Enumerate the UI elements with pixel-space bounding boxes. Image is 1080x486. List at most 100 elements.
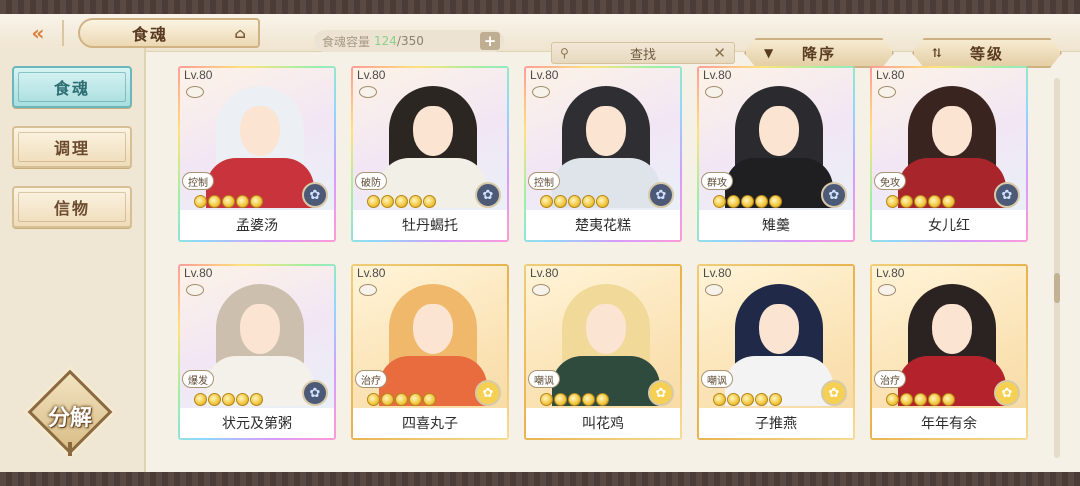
card-name: 楚夷花糕 [526, 210, 680, 240]
star-icon [568, 195, 581, 208]
decompose-label: 分解 [47, 405, 92, 431]
add-capacity-button[interactable]: + [480, 32, 500, 50]
bottom-frame-border [0, 472, 1080, 486]
food-soul-card[interactable]: Lv.80 控制 ✿ 楚夷花糕 [524, 66, 682, 242]
star-icon [222, 195, 235, 208]
star-icon [900, 393, 913, 406]
level-text: Lv.80 [357, 266, 386, 280]
star-icon [250, 195, 263, 208]
star-icon [755, 393, 768, 406]
role-badge: 嘲讽 [528, 370, 560, 388]
food-soul-card[interactable]: Lv.80 嘲讽 ✿ 叫花鸡 [524, 264, 682, 440]
clear-icon[interactable]: ✕ [713, 44, 726, 62]
favorite-bowl-icon [359, 284, 377, 296]
role-badge: 控制 [528, 172, 560, 190]
card-body: Lv.80 群攻 ✿ 雉羹 [699, 68, 853, 240]
card-body: Lv.80 破防 ✿ 牡丹蝎托 [353, 68, 507, 240]
sidebar-item-tokens[interactable]: 信物 [12, 186, 132, 228]
food-soul-card[interactable]: Lv.80 嘲讽 ✿ 子推燕 [697, 264, 855, 440]
role-badge: 治疗 [874, 370, 906, 388]
page-title-tab: 食魂 ⌂ [78, 18, 260, 48]
scrollbar[interactable] [1054, 78, 1060, 458]
star-rating [367, 393, 436, 406]
pavilion-icon: ⌂ [234, 26, 248, 42]
back-button[interactable]: « [14, 20, 64, 46]
food-soul-card[interactable]: Lv.80 爆发 ✿ 状元及第粥 [178, 264, 336, 440]
sidebar-item-label: 调理 [53, 139, 90, 158]
capacity-used: 124 [374, 34, 397, 48]
element-flower-icon: ✿ [821, 182, 847, 208]
food-soul-card[interactable]: Lv.80 治疗 ✿ 年年有余 [870, 264, 1028, 440]
star-icon [713, 393, 726, 406]
star-icon [582, 393, 595, 406]
decompose-button[interactable]: 分解 [22, 369, 118, 456]
star-icon [713, 195, 726, 208]
sort-descending-button[interactable]: ▼ 降序 [744, 38, 894, 68]
character-name: 雉羹 [762, 218, 790, 234]
double-chevron-left-icon: « [31, 21, 45, 45]
food-soul-card[interactable]: Lv.80 免攻 ✿ 女儿红 [870, 66, 1028, 242]
star-icon [741, 393, 754, 406]
food-soul-card[interactable]: Lv.80 群攻 ✿ 雉羹 [697, 66, 855, 242]
character-name: 女儿红 [928, 218, 970, 234]
search-field[interactable]: ⚲ 查找 ✕ [551, 42, 735, 64]
sort-level-label: 等级 [969, 44, 1004, 63]
star-icon [769, 393, 782, 406]
food-soul-card[interactable]: Lv.80 破防 ✿ 牡丹蝎托 [351, 66, 509, 242]
star-icon [554, 393, 567, 406]
card-name: 状元及第粥 [180, 408, 334, 438]
star-icon [194, 195, 207, 208]
star-rating [713, 393, 782, 406]
sort-by-level-button[interactable]: ⇅ 等级 [912, 38, 1062, 68]
soul-capacity: 食魂容量 124 /350 + [314, 30, 504, 52]
sidebar-item-conditioning[interactable]: 调理 [12, 126, 132, 168]
star-icon [900, 195, 913, 208]
food-soul-card[interactable]: Lv.80 治疗 ✿ 四喜丸子 [351, 264, 509, 440]
star-icon [395, 393, 408, 406]
star-icon [423, 195, 436, 208]
favorite-bowl-icon [705, 86, 723, 98]
star-icon [194, 393, 207, 406]
role-badge: 嘲讽 [701, 370, 733, 388]
card-body: Lv.80 治疗 ✿ 年年有余 [872, 266, 1026, 438]
food-soul-grid: Lv.80 控制 ✿ 孟婆汤 Lv.80 破防 ✿ 牡丹蝎托 Lv.80 控制 … [178, 66, 1038, 466]
sidebar-item-label: 信物 [53, 199, 90, 218]
favorite-bowl-icon [532, 86, 550, 98]
character-name: 子推燕 [755, 416, 797, 432]
card-name: 雉羹 [699, 210, 853, 240]
card-name: 孟婆汤 [180, 210, 334, 240]
card-body: Lv.80 嘲讽 ✿ 子推燕 [699, 266, 853, 438]
star-icon [540, 195, 553, 208]
level-text: Lv.80 [184, 266, 213, 280]
triangle-down-icon: ▼ [764, 46, 776, 60]
card-name: 年年有余 [872, 408, 1026, 438]
search-placeholder: 查找 [629, 47, 656, 63]
scrollbar-thumb[interactable] [1054, 273, 1060, 303]
star-rating [886, 393, 955, 406]
favorite-bowl-icon [359, 86, 377, 98]
favorite-bowl-icon [186, 86, 204, 98]
character-name: 楚夷花糕 [575, 218, 631, 234]
role-badge: 群攻 [701, 172, 733, 190]
element-flower-icon: ✿ [302, 182, 328, 208]
level-text: Lv.80 [703, 266, 732, 280]
star-icon [409, 393, 422, 406]
card-name: 叫花鸡 [526, 408, 680, 438]
level-text: Lv.80 [530, 68, 559, 82]
star-icon [582, 195, 595, 208]
star-icon [568, 393, 581, 406]
tassel-decoration [68, 442, 72, 456]
top-frame-border [0, 0, 1080, 14]
star-icon [928, 393, 941, 406]
character-name: 年年有余 [921, 416, 977, 432]
character-name: 状元及第粥 [222, 416, 292, 432]
favorite-bowl-icon [532, 284, 550, 296]
star-icon [942, 393, 955, 406]
food-soul-card[interactable]: Lv.80 控制 ✿ 孟婆汤 [178, 66, 336, 242]
sidebar-item-food-soul[interactable]: 食魂 [12, 66, 132, 108]
page-title: 食魂 [132, 25, 169, 44]
star-rating [713, 195, 782, 208]
character-name: 牡丹蝎托 [402, 218, 458, 234]
star-icon [236, 393, 249, 406]
card-body: Lv.80 治疗 ✿ 四喜丸子 [353, 266, 507, 438]
